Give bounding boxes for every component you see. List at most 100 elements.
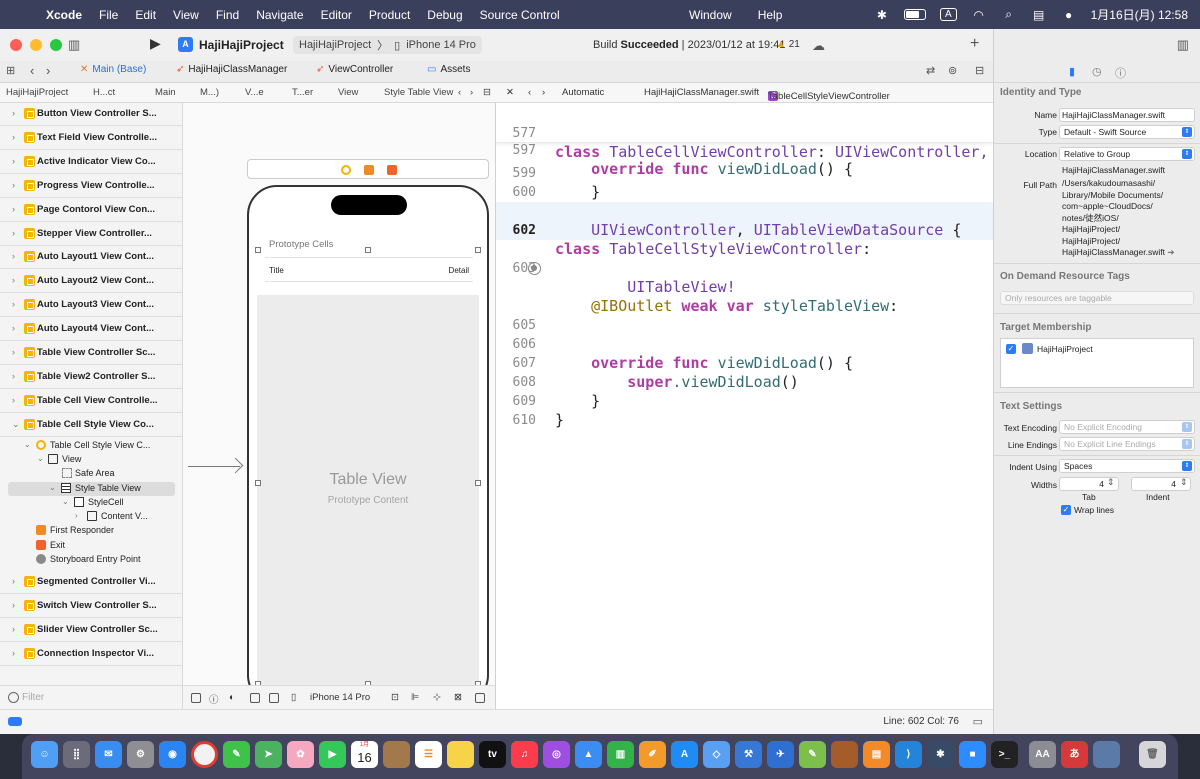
chevron-right-icon[interactable]: › (12, 347, 15, 357)
stepper-icon[interactable]: ⇕ (1180, 477, 1188, 488)
menu-edit[interactable]: Edit (135, 8, 156, 22)
outline-safe-area[interactable]: Safe Area (0, 467, 182, 481)
script-editor-icon[interactable] (831, 741, 858, 768)
back-icon[interactable]: ‹ (528, 87, 531, 98)
app-store-icon[interactable]: A (671, 741, 698, 768)
outline-scene[interactable]: › Auto Layout3 View Cont... (0, 294, 182, 318)
warning-badge[interactable]: ▲ 21 (776, 39, 800, 50)
menu-navigate[interactable]: Navigate (256, 8, 303, 22)
outline-scene[interactable]: › Table View Controller Sc... (0, 342, 182, 365)
add-constraints-icon[interactable]: ⊹ (433, 692, 441, 703)
input-source-icon[interactable]: A (939, 8, 957, 21)
chevron-right-icon[interactable]: › (470, 87, 473, 98)
chevron-right-icon[interactable]: › (12, 108, 15, 118)
control-center-icon[interactable]: ▤ (1031, 8, 1047, 22)
music-icon[interactable]: ♫ (511, 741, 538, 768)
related-items-icon[interactable]: ⊚ (948, 64, 957, 77)
chevron-right-icon[interactable]: › (12, 228, 15, 238)
outline-scene[interactable]: › Switch View Controller S... (0, 595, 182, 619)
chevron-down-icon[interactable]: ⌄ (12, 419, 20, 430)
chevron-right-icon[interactable]: › (12, 156, 15, 166)
chevron-down-icon[interactable]: ⌄ (62, 497, 69, 506)
keynote-icon[interactable]: ▲ (575, 741, 602, 768)
chevron-right-icon[interactable]: › (12, 395, 15, 405)
close-editor-icon[interactable]: ✕ (506, 87, 514, 98)
menu-clock[interactable]: 1月16日(月) 12:58 (1091, 6, 1188, 23)
outline-scene[interactable]: › Table View2 Controller S... (0, 366, 182, 389)
notes-icon[interactable] (447, 741, 474, 768)
forward-icon[interactable]: › (542, 87, 545, 98)
resize-handle[interactable] (365, 247, 371, 253)
coteditor-icon[interactable]: ✎ (799, 741, 826, 768)
inspector-toggle-icon[interactable]: ▥ (1177, 37, 1189, 53)
first-responder-icon[interactable] (364, 165, 374, 175)
embed-in-icon[interactable] (475, 693, 485, 703)
outline-scene[interactable]: › Text Field View Controlle... (0, 127, 182, 150)
forward-icon[interactable]: › (46, 63, 50, 78)
close-window-button[interactable] (10, 39, 22, 51)
chevron-right-icon[interactable]: › (12, 132, 15, 142)
device-icon[interactable]: ▯ (291, 692, 296, 703)
calendar-icon[interactable]: 1月 16 (351, 741, 378, 768)
facetime-icon[interactable]: ▶ (319, 741, 346, 768)
appearance-icon[interactable]: ◐ (229, 692, 235, 703)
breadcrumb-storyboard[interactable]: Main (155, 87, 176, 98)
outline-table-cell[interactable]: ⌄ StyleCell (0, 496, 182, 510)
messages-icon[interactable]: ✎ (223, 741, 250, 768)
reminders-icon[interactable]: ☰ (415, 741, 442, 768)
breadcrumb-scene[interactable]: V...e (245, 87, 264, 98)
align-icon[interactable]: ⊫ (411, 692, 419, 703)
chevron-right-icon[interactable]: › (12, 600, 15, 610)
outline-table-view[interactable]: ⌄ Style Table View (8, 481, 175, 496)
chevron-right-icon[interactable]: › (12, 299, 15, 309)
breadcrumb-folder[interactable]: H...ct (93, 87, 115, 98)
outline-scene[interactable]: › Page Contorol View Con... (0, 199, 182, 222)
breadcrumb-controller[interactable]: T...er (292, 87, 313, 98)
prototype-cell[interactable]: Title Detail (265, 257, 473, 282)
encoding-popup[interactable]: No Explicit Encoding ⇕ (1059, 420, 1195, 434)
reveal-in-finder-icon[interactable]: ➔ (1167, 247, 1174, 257)
breadcrumb-project[interactable]: HajiHajiProject (6, 87, 68, 98)
minimap-toggle-icon[interactable]: ▭ (973, 715, 983, 728)
mail-icon[interactable]: ✉ (95, 741, 122, 768)
wifi-icon[interactable]: ◠ (971, 8, 987, 22)
chevron-right-icon[interactable]: › (12, 180, 15, 190)
outline-content-view[interactable]: › Content V... (0, 510, 182, 524)
chevron-right-icon[interactable]: › (75, 511, 78, 520)
help-inspector-icon[interactable]: ⓘ (1115, 65, 1126, 81)
line-endings-popup[interactable]: No Explicit Line Endings ⇕ (1059, 437, 1195, 451)
contacts-icon[interactable] (383, 741, 410, 768)
terminal-icon[interactable]: >_ (991, 741, 1018, 768)
pages-icon[interactable]: ✐ (639, 741, 666, 768)
launchpad-icon[interactable]: ⣿ (63, 741, 90, 768)
outline-scene[interactable]: › Auto Layout1 View Cont... (0, 246, 182, 270)
outline-entry-point[interactable]: Storyboard Entry Point (0, 553, 182, 567)
bluetooth-icon[interactable]: ✱ (874, 8, 890, 22)
chevron-down-icon[interactable]: ⌄ (37, 454, 44, 463)
outline-scene[interactable]: › Segmented Controller Vi... (0, 571, 182, 595)
chevron-left-icon[interactable]: ‹ (458, 87, 461, 98)
screenshot-icon[interactable] (1093, 741, 1120, 768)
menu-source-control[interactable]: Source Control (480, 8, 560, 22)
outline-toggle-icon[interactable] (191, 693, 201, 703)
swap-icon[interactable]: ⇄ (926, 64, 935, 77)
finder-icon[interactable]: ☺ (31, 741, 58, 768)
menu-editor[interactable]: Editor (321, 8, 352, 22)
breadcrumb-base[interactable]: M...) (200, 87, 219, 98)
outline-scene[interactable]: › Connection Inspector Vi... (0, 643, 182, 666)
cloud-icon[interactable]: ☁ (812, 38, 825, 54)
indent-using-popup[interactable]: Spaces ⇕ (1059, 459, 1195, 473)
outline-scene[interactable]: › Slider View Controller Sc... (0, 619, 182, 643)
outline-first-responder[interactable]: First Responder (0, 524, 182, 538)
zoom-window-button[interactable] (50, 39, 62, 51)
menu-debug[interactable]: Debug (427, 8, 462, 22)
vscode-icon[interactable]: ⟩ (895, 741, 922, 768)
add-icon[interactable]: + (970, 35, 979, 53)
chevron-down-icon[interactable]: ⌄ (49, 483, 56, 492)
resolve-issues-icon[interactable]: ⊠ (454, 692, 462, 703)
target-checkbox[interactable]: ✓ (1006, 344, 1016, 354)
chevron-right-icon[interactable]: › (12, 648, 15, 658)
menu-app-name[interactable]: Xcode (46, 8, 82, 22)
safari-icon[interactable]: ◉ (159, 741, 186, 768)
menu-file[interactable]: File (99, 8, 118, 22)
